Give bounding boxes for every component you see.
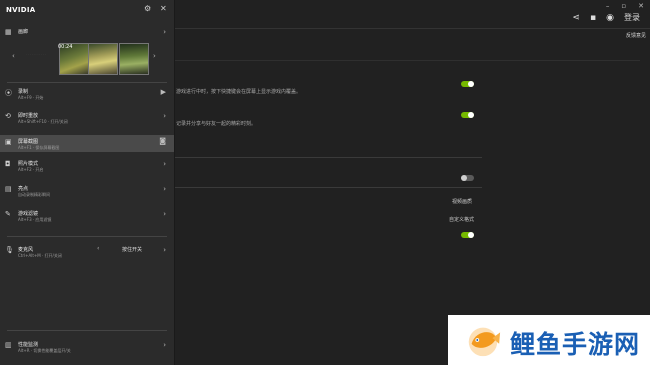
divider — [7, 330, 167, 331]
divider — [174, 157, 482, 158]
chevron-right-icon: › — [163, 185, 166, 193]
share-description: 记录并分享与好友一起的精彩时刻。 — [176, 121, 257, 127]
instant-replay-icon: ⟲ — [5, 112, 11, 120]
screenshot-shortcut: Alt+F1 · 保存屏幕截图 — [18, 145, 60, 150]
chevron-left-icon[interactable]: ‹ — [12, 52, 15, 60]
record-icon: ⦿ — [5, 89, 12, 97]
performance-shortcut: Alt+R · 切换性能覆盖层开/关 — [18, 348, 71, 353]
performance-label: 性能监测 — [18, 342, 39, 348]
custom-format-value[interactable]: 自定义格式 — [449, 216, 474, 223]
divider — [7, 82, 167, 83]
close-window-button[interactable]: ✕ — [638, 2, 644, 10]
toggle-knob — [468, 232, 474, 238]
watermark-text: 鲤鱼手游网 — [510, 330, 641, 359]
game-filter-label: 游戏滤镜 — [18, 211, 39, 217]
tabbar-divider — [174, 28, 650, 29]
instant-replay-label: 即时重放 — [18, 113, 39, 119]
highlights-icon: ▤ — [5, 185, 12, 193]
chevron-right-icon[interactable]: › — [153, 52, 156, 60]
chevron-right-icon: › — [163, 112, 166, 120]
record-label: 录制 — [18, 89, 29, 95]
microphone-icon: 🎙 — [5, 246, 14, 254]
microphone-label: 麦克风 — [18, 247, 34, 253]
feedback-link[interactable]: 反馈意见 — [626, 32, 646, 39]
game-filter-shortcut: Alt+F3 · 应用滤镜 — [18, 217, 52, 222]
chevron-right-icon: › — [163, 160, 166, 168]
section-divider — [174, 60, 640, 61]
photo-mode-shortcut: Alt+F2 · 开启 — [18, 167, 44, 172]
highlights-description: 自动录制精彩瞬间 — [18, 192, 50, 197]
panel-title: NVIDIA — [6, 6, 36, 14]
overlay-description: 游戏进行中时，按下快捷键会在屏幕上显示游戏内覆盖。 — [176, 89, 302, 95]
screenshot-item[interactable]: ▣ 屏幕截图 Alt+F1 · 保存屏幕截图 ◙ — [0, 135, 174, 152]
minimize-button[interactable]: – — [606, 2, 610, 10]
performance-icon: ▥ — [5, 341, 12, 349]
instant-replay-item[interactable]: ⟲ 即时重放 Alt+Shift+F10 · 打开/关闭 › — [0, 112, 174, 129]
user-avatar-icon[interactable]: ◉ — [606, 13, 614, 23]
chevron-right-icon: › — [163, 210, 166, 218]
in-game-overlay-toggle[interactable] — [461, 81, 474, 87]
screenshot-icon: ▣ — [5, 138, 12, 146]
close-icon[interactable]: ✕ — [160, 4, 167, 13]
thumbnail-3[interactable] — [119, 43, 149, 75]
photo-mode-label: 照片模式 — [18, 161, 39, 167]
chevron-left-icon[interactable]: ‹ — [97, 245, 99, 252]
instant-replay-shortcut: Alt+Shift+F10 · 打开/关闭 — [18, 119, 68, 124]
record-shortcut: Alt+F9 · 开始 — [18, 95, 44, 100]
gallery-thumbnails — [24, 43, 150, 75]
record-item[interactable]: ⦿ 录制 Alt+F9 · 开始 ▶ — [0, 88, 174, 105]
thumbnail-2[interactable] — [88, 43, 118, 75]
feature-toggle[interactable] — [461, 175, 474, 181]
highlights-item[interactable]: ▤ 亮点 自动录制精彩瞬间 › — [0, 185, 174, 202]
divider — [174, 187, 482, 188]
screenshot-label: 屏幕截图 — [18, 139, 39, 145]
highlights-label: 亮点 — [18, 186, 29, 192]
divider — [7, 236, 167, 237]
chevron-right-icon[interactable]: › — [163, 246, 166, 254]
microphone-mode[interactable]: 按住开关 — [122, 246, 142, 253]
microphone-item[interactable]: 🎙 麦克风 Ctrl+Alt+M · 打开/关闭 › — [0, 246, 174, 263]
share-toggle[interactable] — [461, 112, 474, 118]
gallery-label: 画廊 — [18, 29, 29, 35]
capture-toggle[interactable] — [461, 232, 474, 238]
play-icon: ▶ — [160, 88, 166, 96]
toggle-knob — [468, 112, 474, 118]
nvidia-overlay-panel: NVIDIA ⚙ ✕ ▦ 画廊 › ‹ · · · · · · · · · · … — [0, 0, 175, 365]
photo-mode-item[interactable]: ◘ 照片模式 Alt+F2 · 开启 › — [0, 160, 174, 177]
window-controls: – ▫ ✕ — [606, 2, 644, 10]
performance-item[interactable]: ▥ 性能监测 Alt+R · 切换性能覆盖层开/关 › — [0, 341, 174, 358]
share-icon[interactable]: ⋖ — [572, 13, 580, 23]
video-quality-value[interactable]: 视频画质 — [452, 198, 472, 205]
carp-logo-icon — [468, 327, 501, 357]
toggle-knob — [461, 175, 467, 181]
chevron-right-icon: › — [163, 28, 166, 36]
notification-icon[interactable]: ▪ — [590, 13, 596, 23]
gear-icon[interactable]: ⚙ — [144, 4, 151, 13]
site-watermark: 鲤鱼手游网 — [448, 315, 650, 365]
gallery-icon: ▦ — [5, 28, 12, 36]
gallery-item[interactable]: ▦ 画廊 › — [0, 28, 174, 40]
microphone-shortcut: Ctrl+Alt+M · 打开/关闭 — [18, 253, 62, 258]
camera-icon[interactable]: ◙ — [159, 137, 166, 145]
topbar-actions: ⋖ ▪ ◉ 登录 — [572, 12, 640, 23]
login-link[interactable]: 登录 — [624, 12, 640, 23]
game-filter-item[interactable]: ✎ 游戏滤镜 Alt+F3 · 应用滤镜 › — [0, 210, 174, 227]
maximize-button[interactable]: ▫ — [621, 2, 626, 10]
chevron-right-icon: › — [163, 341, 166, 349]
photo-mode-icon: ◘ — [5, 160, 11, 168]
game-filter-icon: ✎ — [5, 210, 11, 218]
thumbnail-duration: 00:24 — [58, 44, 73, 50]
toggle-knob — [468, 81, 474, 87]
